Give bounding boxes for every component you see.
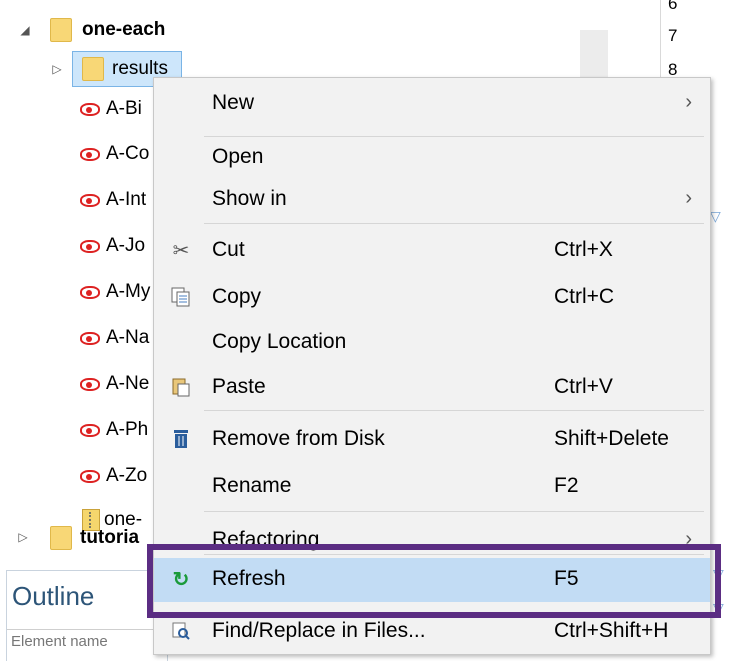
menu-item-shortcut: Shift+Delete — [554, 427, 669, 450]
menu-item-label: Rename — [212, 474, 292, 497]
xml-file-icon — [80, 467, 102, 485]
tree-item-file[interactable]: A-Bi — [80, 91, 142, 127]
tree-item-label: A-Ph — [106, 419, 149, 440]
menu-item-cut[interactable]: ✂ Cut Ctrl+X — [154, 229, 710, 273]
tree-item-file[interactable]: A-Int — [80, 182, 146, 218]
trash-icon — [168, 426, 194, 452]
line-number: 7 — [668, 26, 678, 45]
menu-item-shortcut: Ctrl+C — [554, 285, 615, 308]
tree-item-label: tutoria — [80, 527, 140, 548]
menu-item-label: Paste — [212, 375, 266, 398]
scroll-down-arrow-icon[interactable]: ▽ — [710, 208, 721, 225]
chevron-right-icon: › — [685, 91, 692, 113]
menu-item-label: Remove from Disk — [212, 427, 385, 450]
menu-item-label: Refresh — [212, 567, 286, 590]
expand-triangle-icon[interactable]: ▷ — [50, 62, 64, 76]
menu-item-label: Refactoring — [212, 528, 320, 551]
tree-item-label: A-My — [106, 281, 151, 302]
tree-item-label: A-Ne — [106, 373, 150, 394]
tree-item-file[interactable]: A-Ph — [80, 412, 148, 448]
menu-item-copy-location[interactable]: Copy Location — [154, 321, 710, 365]
tree-item-tutorial[interactable]: tutoria — [50, 520, 139, 556]
paste-icon — [168, 374, 194, 400]
menu-item-copy[interactable]: Copy Ctrl+C — [154, 276, 710, 320]
menu-item-refresh[interactable]: ↻ Refresh F5 — [154, 558, 710, 602]
copy-icon — [168, 284, 194, 310]
folder-icon — [82, 57, 104, 81]
menu-item-label: Open — [212, 145, 264, 168]
xml-file-icon — [80, 421, 102, 439]
tree-item-label: A-Bi — [106, 98, 142, 119]
menu-item-paste[interactable]: Paste Ctrl+V — [154, 366, 710, 410]
menu-item-new[interactable]: New › — [154, 82, 710, 126]
menu-separator — [204, 554, 704, 555]
tree-item-file[interactable]: A-Zo — [80, 458, 147, 494]
menu-item-remove-from-disk[interactable]: Remove from Disk Shift+Delete — [154, 418, 710, 462]
xml-file-icon — [80, 237, 102, 255]
menu-item-shortcut: Ctrl+V — [554, 375, 613, 398]
tree-item-label: one-each — [82, 19, 166, 40]
xml-file-icon — [80, 145, 102, 163]
expand-triangle-icon[interactable]: ▷ — [16, 530, 30, 544]
tree-item-label: A-Int — [106, 189, 147, 210]
scroll-down-arrow-icon[interactable]: ▽ — [713, 566, 724, 583]
tree-item-label: A-Co — [106, 143, 150, 164]
scroll-up-arrow-icon[interactable]: ˇ — [718, 0, 723, 10]
line-number: 6 — [668, 0, 678, 13]
menu-item-refactoring[interactable]: Refactoring › — [154, 519, 710, 563]
menu-separator — [204, 410, 704, 411]
xml-file-icon — [80, 375, 102, 393]
tree-item-label: A-Zo — [106, 465, 148, 486]
menu-item-label: Cut — [212, 238, 245, 261]
xml-file-icon — [80, 283, 102, 301]
outline-title: Outline — [12, 581, 95, 611]
menu-item-rename[interactable]: Rename F2 — [154, 465, 710, 509]
menu-item-label: Find/Replace in Files... — [212, 619, 426, 642]
collapse-triangle-icon[interactable]: ◢ — [18, 23, 32, 37]
outline-panel: Outline Element name — [6, 570, 168, 661]
scissors-icon: ✂ — [172, 239, 190, 262]
refresh-icon: ↻ — [172, 568, 190, 591]
menu-item-shortcut: Ctrl+X — [554, 238, 613, 261]
menu-item-label: New — [212, 91, 255, 114]
tree-item-file[interactable]: A-Co — [80, 136, 149, 172]
ruler-strip — [580, 30, 608, 80]
tree-item-file[interactable]: A-Ne — [80, 366, 149, 402]
menu-item-label: Show in — [212, 187, 287, 210]
menu-item-shortcut: Ctrl+Shift+H — [554, 619, 669, 642]
xml-file-icon — [80, 191, 102, 209]
tree-item-file[interactable]: A-Na — [80, 320, 149, 356]
folder-icon — [50, 18, 72, 42]
chevron-right-icon: › — [685, 187, 692, 209]
tree-item-one-each[interactable]: ◢ one-each — [18, 12, 165, 48]
context-menu: New › Open Show in › ✂ Cut Ctrl+X Copy C… — [153, 77, 711, 655]
chevron-right-icon: › — [685, 528, 692, 550]
xml-file-icon — [80, 100, 102, 118]
menu-separator — [204, 223, 704, 224]
folder-icon — [50, 526, 72, 550]
tree-item-file[interactable]: A-My — [80, 274, 150, 310]
menu-separator — [204, 511, 704, 512]
tree-item-file[interactable]: A-Jo — [80, 228, 145, 264]
menu-item-label: Copy — [212, 285, 262, 308]
menu-item-show-in[interactable]: Show in › — [154, 178, 710, 222]
menu-item-find-replace[interactable]: Find/Replace in Files... Ctrl+Shift+H — [154, 610, 710, 654]
xml-file-icon — [80, 329, 102, 347]
menu-item-open[interactable]: Open — [154, 136, 710, 180]
menu-item-label: Copy Location — [212, 330, 347, 353]
scroll-down-arrow-icon[interactable]: ▽ — [713, 600, 724, 617]
menu-item-shortcut: F2 — [554, 474, 579, 497]
find-replace-icon — [168, 618, 194, 644]
menu-item-shortcut: F5 — [554, 567, 579, 590]
tree-item-label: A-Na — [106, 327, 150, 348]
tree-item-label: A-Jo — [106, 235, 146, 256]
